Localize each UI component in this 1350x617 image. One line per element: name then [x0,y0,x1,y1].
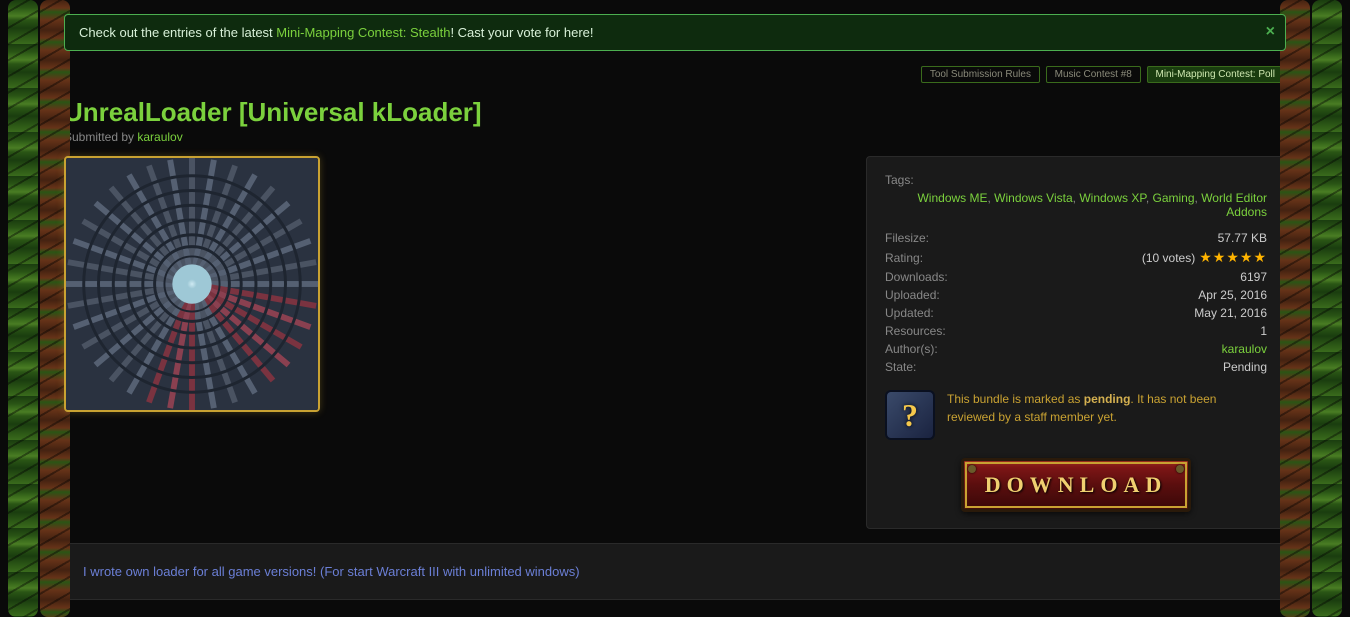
rating-label: Rating: [885,251,923,265]
info-row-rating: Rating: (10 votes) ★★★★★ [885,247,1267,268]
tags-values: Windows ME, Windows Vista, Windows XP, G… [885,191,1267,219]
tag-link[interactable]: Windows XP [1079,191,1145,205]
pending-text: This bundle is marked as pending. It has… [947,390,1267,426]
decor-vine-inner-right [1280,0,1310,617]
info-row-authors: Author(s): karaulov [885,340,1267,358]
updated-label: Updated: [885,306,934,320]
tag-link[interactable]: Gaming [1152,191,1194,205]
submitter-link[interactable]: karaulov [137,130,182,144]
description-box: I wrote own loader for all game versions… [64,543,1286,600]
decor-vine-left [8,0,38,617]
page-title: UnrealLoader [Universal kLoader] [64,97,1286,128]
tag-link[interactable]: Windows ME [917,191,987,205]
question-icon: ? [885,390,935,440]
filesize-value: 57.77 KB [1218,231,1267,245]
download-button[interactable]: DOWNLOAD [961,458,1191,512]
announcement-link[interactable]: Mini-Mapping Contest: Stealth [276,25,450,40]
info-row-uploaded: Uploaded: Apr 25, 2016 [885,286,1267,304]
tab-tool-submission-rules[interactable]: Tool Submission Rules [921,66,1040,83]
info-row-filesize: Filesize: 57.77 KB [885,229,1267,247]
description-text: I wrote own loader for all game versions… [83,564,580,579]
tag-link[interactable]: Windows Vista [994,191,1072,205]
authors-label: Author(s): [885,342,938,356]
info-row-state: State: Pending [885,358,1267,376]
state-label: State: [885,360,916,374]
resources-label: Resources: [885,324,946,338]
announcement-text-post: ! Cast your vote for here! [450,25,593,40]
star-icon: ★★★★★ [1199,249,1267,265]
resource-thumbnail[interactable] [64,156,320,412]
tag-link[interactable]: World Editor Addons [1201,191,1267,219]
uploaded-value: Apr 25, 2016 [1198,288,1267,302]
downloads-value: 6197 [1240,270,1267,284]
thumbnail-image [66,158,318,410]
rating-votes: (10 votes) [1142,251,1195,265]
uploaded-label: Uploaded: [885,288,940,302]
updated-value: May 21, 2016 [1194,306,1267,320]
submitted-line: Submitted by karaulov [64,130,1286,144]
info-row-resources: Resources: 1 [885,322,1267,340]
resource-info-panel: Tags: Windows ME, Windows Vista, Windows… [866,156,1286,529]
submitted-label: Submitted by [64,130,137,144]
downloads-label: Downloads: [885,270,948,284]
announcement-text-pre: Check out the entries of the latest [79,25,276,40]
author-link[interactable]: karaulov [1222,342,1267,356]
tab-music-contest[interactable]: Music Contest #8 [1046,66,1141,83]
info-row-downloads: Downloads: 6197 [885,268,1267,286]
decor-vine-right [1312,0,1342,617]
announcement-banner: Check out the entries of the latest Mini… [64,14,1286,51]
tags-label: Tags: [885,173,1267,187]
info-row-updated: Updated: May 21, 2016 [885,304,1267,322]
state-value: Pending [1223,360,1267,374]
close-icon[interactable]: × [1266,23,1275,41]
pending-notice: ? This bundle is marked as pending. It h… [885,390,1267,440]
filesize-label: Filesize: [885,231,929,245]
tab-mini-mapping-contest[interactable]: Mini-Mapping Contest: Poll [1147,66,1285,83]
resources-value: 1 [1260,324,1267,338]
tab-row: Tool Submission Rules Music Contest #8 M… [56,59,1294,85]
